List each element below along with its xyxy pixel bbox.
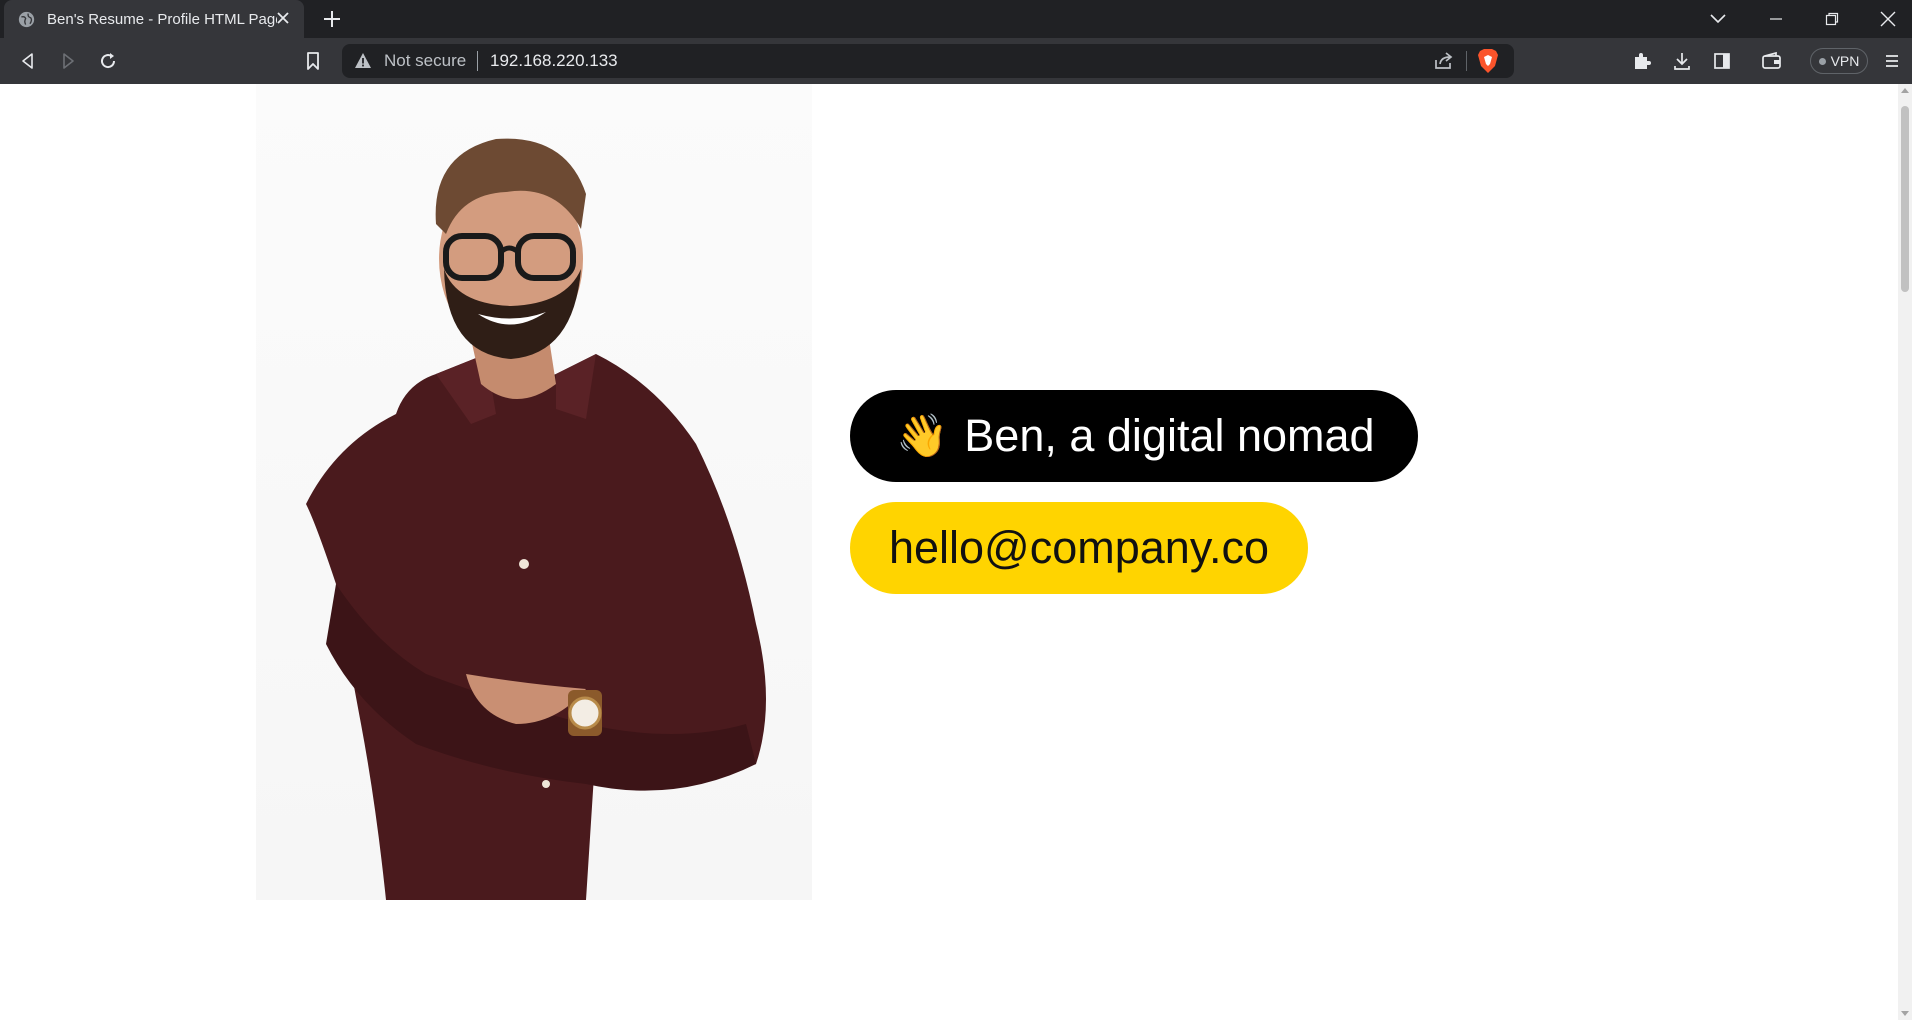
- security-label[interactable]: Not secure: [384, 51, 466, 71]
- plus-icon: [324, 11, 340, 27]
- share-icon[interactable]: [1432, 49, 1456, 73]
- brave-shields-icon[interactable]: [1476, 48, 1500, 74]
- warning-icon[interactable]: [354, 52, 372, 70]
- browser-tab[interactable]: Ben's Resume - Profile HTML Page: [4, 0, 304, 38]
- back-icon: [22, 53, 33, 69]
- puzzle-icon: [1635, 53, 1651, 69]
- vpn-status-dot: [1818, 57, 1826, 65]
- close-icon: [1880, 11, 1896, 27]
- globe-icon: [18, 11, 35, 27]
- forward-button[interactable]: [54, 47, 82, 75]
- waving-hand-icon: 👋: [896, 411, 949, 459]
- portrait-image: [306, 138, 766, 900]
- wallet-button[interactable]: [1758, 47, 1786, 75]
- profile-photo: [256, 84, 812, 900]
- email-link[interactable]: hello@company.co: [850, 502, 1308, 594]
- bookmark-icon: [307, 52, 319, 70]
- chevron-down-icon: [1710, 14, 1726, 24]
- menu-button[interactable]: [1878, 47, 1906, 75]
- minimize-button[interactable]: [1748, 0, 1804, 38]
- reload-button[interactable]: [94, 47, 122, 75]
- reload-icon: [101, 53, 116, 69]
- omnibox-divider: [1466, 51, 1467, 71]
- sidebar-button[interactable]: [1708, 47, 1736, 75]
- bookmark-button[interactable]: [299, 47, 327, 75]
- extensions-button[interactable]: [1628, 47, 1656, 75]
- scroll-up-arrow-icon[interactable]: [1901, 88, 1909, 93]
- close-tab-icon[interactable]: [272, 7, 294, 29]
- downloads-button[interactable]: [1668, 47, 1696, 75]
- restore-button[interactable]: [1804, 0, 1860, 38]
- scroll-thumb[interactable]: [1901, 106, 1909, 292]
- tab-strip: Ben's Resume - Profile HTML Page: [0, 0, 1912, 38]
- address-separator: [477, 51, 478, 71]
- sidebar-icon: [1714, 53, 1730, 69]
- scroll-down-arrow-icon[interactable]: [1901, 1011, 1909, 1016]
- wallet-icon: [1762, 51, 1781, 69]
- tab-search-button[interactable]: [1690, 0, 1746, 38]
- url-text[interactable]: 192.168.220.133: [490, 51, 618, 71]
- page-viewport: 👋 Ben, a digital nomad hello@company.co: [0, 84, 1898, 1020]
- download-icon: [1674, 53, 1690, 70]
- browser-toolbar: Not secure 192.168.220.133 VPN: [0, 38, 1912, 84]
- close-window-button[interactable]: [1860, 0, 1912, 38]
- forward-icon: [63, 53, 74, 69]
- vpn-label: VPN: [1830, 53, 1860, 69]
- address-bar[interactable]: Not secure 192.168.220.133: [342, 44, 1514, 78]
- vpn-button[interactable]: VPN: [1810, 48, 1868, 74]
- tab-title: Ben's Resume - Profile HTML Page: [47, 10, 277, 28]
- restore-icon: [1825, 12, 1839, 26]
- vertical-scrollbar[interactable]: [1898, 84, 1912, 1020]
- back-button[interactable]: [14, 47, 42, 75]
- name-text: Ben, a digital nomad: [964, 410, 1375, 461]
- new-tab-button[interactable]: [320, 7, 344, 31]
- minimize-icon: [1770, 18, 1782, 20]
- hamburger-menu-icon: [1886, 55, 1898, 67]
- name-badge: 👋 Ben, a digital nomad: [850, 390, 1418, 482]
